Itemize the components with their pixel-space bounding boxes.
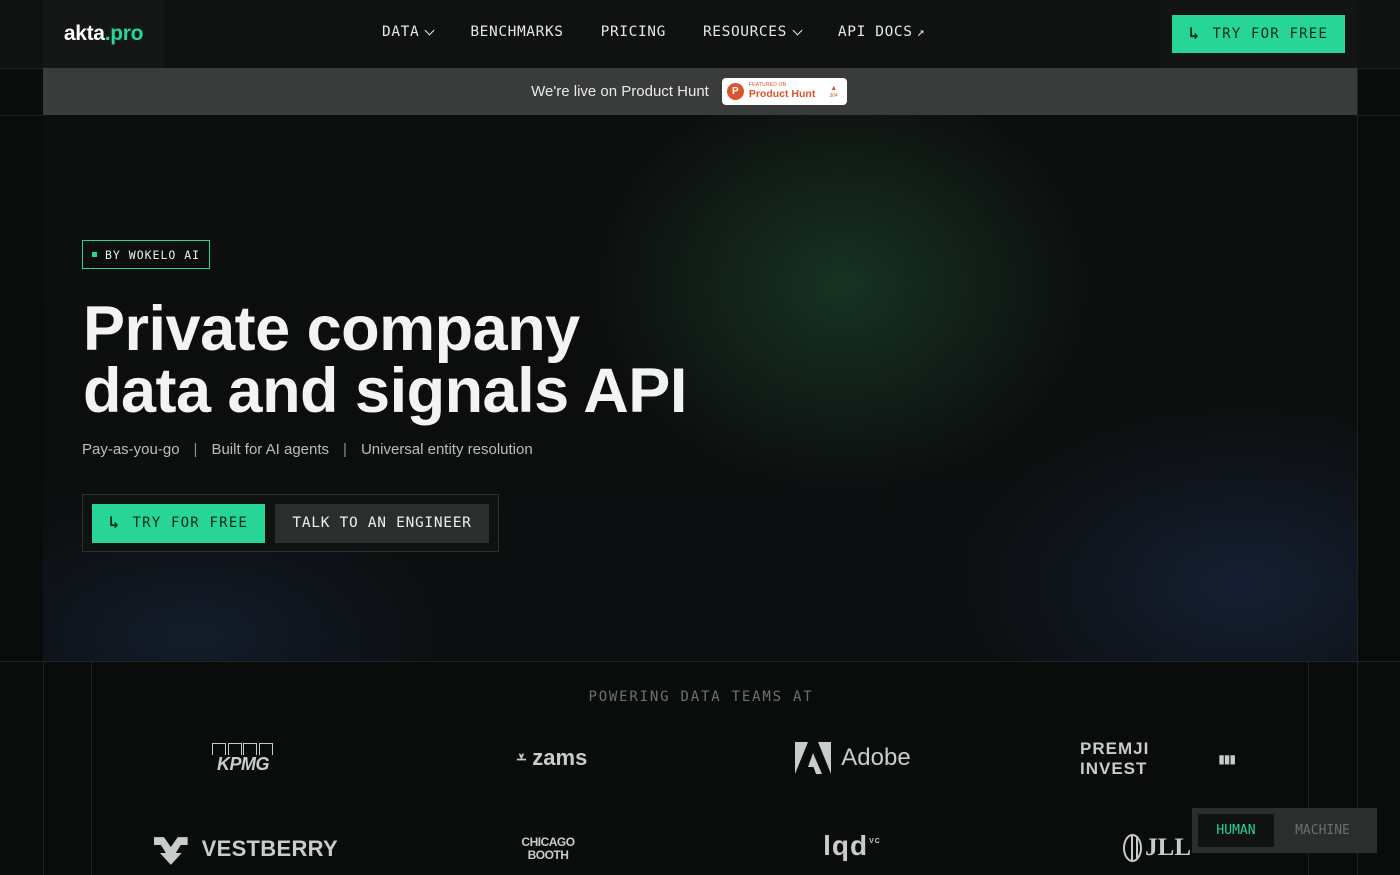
toggle-machine-option[interactable]: MACHINE — [1274, 814, 1371, 847]
lqd-vc-logo: lqd VC — [822, 828, 882, 864]
upvote-triangle-icon: ▲ — [830, 84, 838, 92]
product-hunt-icon: P — [726, 83, 744, 100]
hero-title: Private company data and signals API — [83, 298, 687, 423]
adobe-logo: Adobe — [790, 740, 916, 776]
chevron-down-icon — [792, 25, 803, 35]
customer-logos-section: POWERING DATA TEAMS AT KPMG ⩡ zams Adobe… — [91, 662, 1309, 875]
vestberry-wordmark: VESTBERRY — [201, 836, 338, 861]
brand-name-part1: akta — [63, 22, 105, 45]
hero-features: Pay-as-you-go | Built for AI agents | Un… — [82, 441, 533, 458]
banner-text: We're live on Product Hunt — [531, 83, 709, 100]
lqd-wordmark: lqd — [823, 830, 869, 861]
nav-label-benchmarks: BENCHMARKS — [470, 24, 564, 40]
header-cta-label: TRY FOR FREE — [1212, 26, 1328, 42]
adobe-mark-icon — [795, 742, 832, 774]
product-hunt-badge[interactable]: P FEATURED ON Product Hunt ▲ 304 — [721, 78, 847, 105]
hero-title-line1: Private company — [83, 294, 580, 364]
frame-line-right — [1357, 0, 1358, 875]
hero-secondary-cta-label: TALK TO AN ENGINEER — [292, 515, 472, 531]
chevron-down-icon — [424, 25, 435, 35]
premji-wordmark: PREMJI INVEST — [1080, 739, 1150, 778]
ph-vote-count: 304 — [829, 92, 838, 99]
feature-built-for-ai-agents: Built for AI agents — [211, 441, 330, 458]
feature-entity-resolution: Universal entity resolution — [360, 441, 533, 458]
hero-primary-cta-label: TRY FOR FREE — [132, 515, 248, 531]
arrow-return-icon: ↳ — [1189, 24, 1201, 44]
nav-item-api-docs[interactable]: API DOCS ↗ — [838, 24, 925, 40]
brand-logo[interactable]: akta .pro — [43, 0, 164, 68]
logos-heading: POWERING DATA TEAMS AT — [588, 689, 814, 705]
nav-label-data: DATA — [382, 24, 420, 40]
zams-logo: ⩡ zams — [497, 742, 607, 774]
product-hunt-badge-text: FEATURED ON Product Hunt — [749, 83, 816, 100]
hero-title-line2: data and signals API — [83, 356, 687, 426]
kpmg-logo: KPMG — [203, 742, 283, 776]
header-cta-area: ↳ TRY FOR FREE — [1159, 0, 1357, 68]
adobe-wordmark: Adobe — [841, 744, 911, 771]
brand-name-part2: .pro — [104, 22, 144, 45]
kpmg-wordmark: KPMG — [217, 754, 270, 774]
ph-name: Product Hunt — [748, 88, 816, 101]
feature-pay-as-you-go: Pay-as-you-go — [82, 441, 180, 458]
zams-wordmark: zams — [532, 745, 588, 770]
hero-cta-group: ↳ TRY FOR FREE TALK TO AN ENGINEER — [82, 494, 499, 552]
talk-to-engineer-button[interactable]: TALK TO AN ENGINEER — [275, 503, 489, 543]
jll-logo: JLL — [1123, 830, 1191, 866]
nav-item-data[interactable]: DATA — [382, 24, 435, 40]
by-wokelo-tag: BY WOKELO AI — [82, 240, 211, 269]
toggle-human-option[interactable]: HUMAN — [1198, 814, 1274, 847]
chicago-booth-logo: CHICAGO BOOTH — [521, 830, 575, 868]
feature-separator: | — [343, 441, 347, 458]
nav-label-api-docs: API DOCS — [837, 24, 913, 40]
try-for-free-header-button[interactable]: ↳ TRY FOR FREE — [1172, 15, 1345, 53]
nav-label-pricing: PRICING — [600, 24, 666, 40]
jll-globe-icon — [1123, 834, 1143, 862]
feature-separator: | — [193, 441, 198, 458]
site-header: akta .pro DATA BENCHMARKS PRICING RESOURC… — [0, 0, 1400, 68]
chicago-wordmark-line2: BOOTH — [527, 848, 569, 862]
vestberry-logo: VESTBERRY — [154, 830, 338, 868]
main-nav: DATA BENCHMARKS PRICING RESOURCES API DO… — [382, 24, 925, 40]
premji-invest-logo: PREMJI INVEST ▮▮▮ — [1080, 739, 1236, 778]
premji-bars-icon: ▮▮▮ — [1218, 752, 1236, 766]
human-machine-toggle: HUMAN MACHINE — [1192, 808, 1377, 853]
hero-section: BY WOKELO AI Private company data and si… — [43, 115, 1357, 661]
nav-item-pricing[interactable]: PRICING — [601, 24, 666, 40]
jll-wordmark: JLL — [1145, 834, 1191, 861]
arrow-return-icon: ↳ — [109, 513, 121, 533]
announcement-banner: We're live on Product Hunt P FEATURED ON… — [43, 68, 1357, 115]
tag-label: BY WOKELO AI — [105, 247, 201, 262]
external-link-icon: ↗ — [916, 24, 925, 40]
ph-votes: ▲ 304 — [829, 85, 837, 99]
nav-label-resources: RESOURCES — [702, 24, 787, 40]
lqd-superscript: VC — [869, 837, 881, 845]
nav-item-benchmarks[interactable]: BENCHMARKS — [470, 24, 563, 40]
square-bullet-icon — [92, 252, 97, 257]
nav-item-resources[interactable]: RESOURCES — [702, 24, 803, 40]
zams-mark-icon: ⩡ — [516, 748, 527, 767]
try-for-free-button[interactable]: ↳ TRY FOR FREE — [92, 503, 265, 543]
vestberry-mark-icon — [154, 837, 188, 865]
